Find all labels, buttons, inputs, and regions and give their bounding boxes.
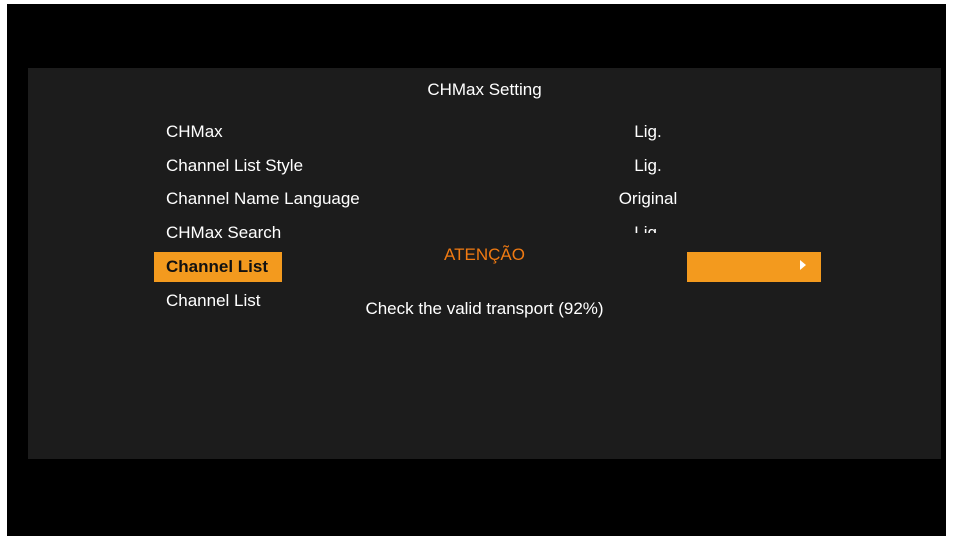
menu-row-channel-name-language[interactable]: Channel Name Language Original (28, 184, 941, 214)
page-title: CHMax Setting (427, 80, 542, 99)
settings-panel: CHMax Setting CHMax Lig. Channel List St… (28, 68, 941, 459)
menu-row-channel-list-style[interactable]: Channel List Style Lig. (28, 151, 941, 181)
menu-row-label: Channel Name Language (166, 189, 360, 208)
menu-row-label: Channel List (166, 291, 261, 310)
dialog-title: ATENÇÃO (444, 245, 525, 264)
tv-screen: CHMax Setting CHMax Lig. Channel List St… (7, 4, 946, 536)
attention-dialog: ATENÇÃO Check the valid transport (92%) (282, 233, 687, 333)
dialog-message: Check the valid transport (92%) (365, 299, 604, 318)
menu-row-label: Channel List (166, 257, 269, 276)
play-arrow-icon (800, 260, 806, 270)
menu-row-chmax[interactable]: CHMax Lig. (28, 117, 941, 147)
menu-row-label: CHMax Search (166, 223, 282, 242)
menu-row-label: Channel List Style (166, 156, 304, 175)
menu-row-value: Lig. (634, 156, 662, 175)
menu-row-label: CHMax (166, 122, 223, 141)
menu-row-value: Original (618, 189, 678, 208)
menu-row-value: Lig. (634, 122, 662, 141)
